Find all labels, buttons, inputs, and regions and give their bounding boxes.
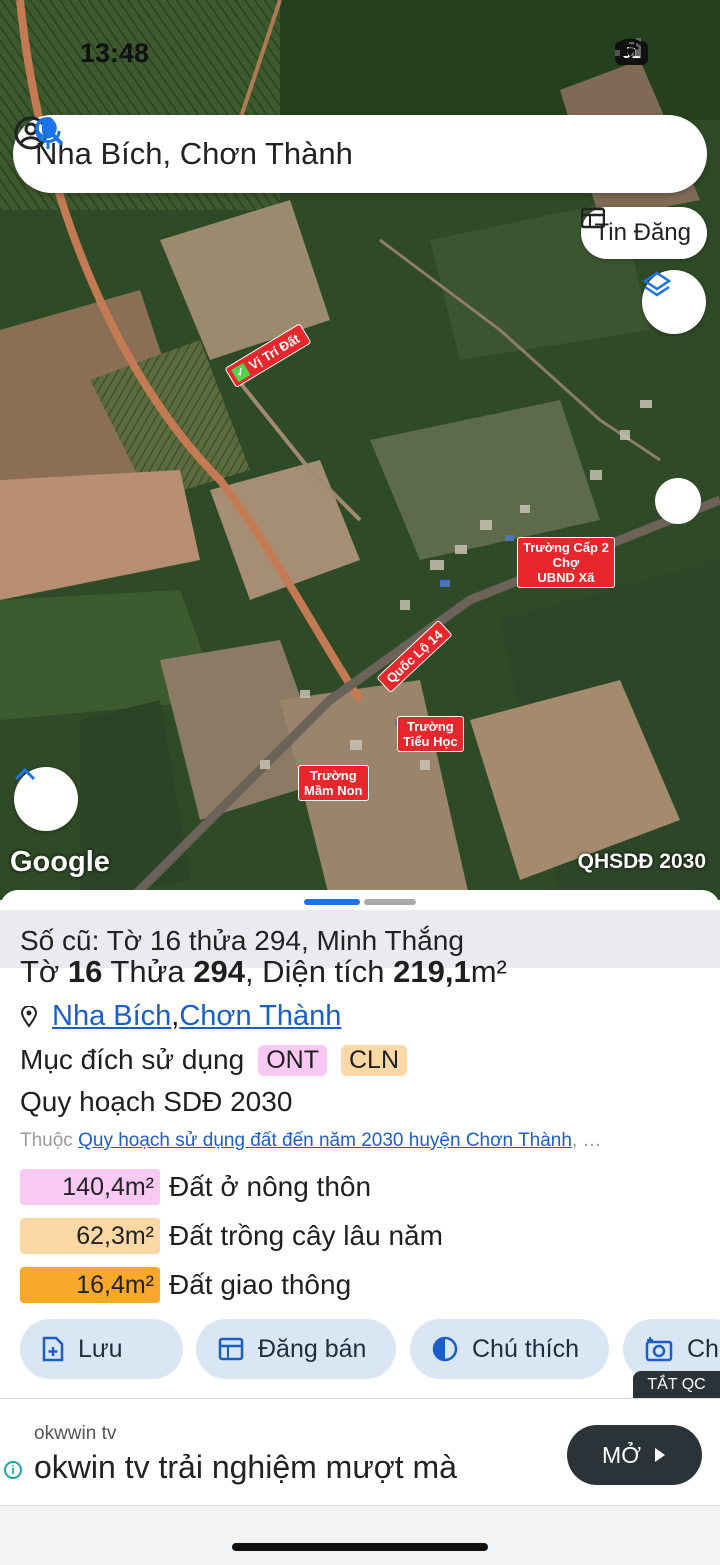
ad-headline: okwin tv trải nghiệm mượt mà xyxy=(34,1449,457,1485)
plan-overlay-label: QHSDĐ 2030 xyxy=(577,850,706,873)
ad-info-icon[interactable]: i xyxy=(4,1461,22,1479)
home-indicator[interactable] xyxy=(232,1543,488,1551)
plan-source-suffix: , … xyxy=(571,1130,602,1151)
play-arrow-icon xyxy=(654,1448,665,1462)
land-use-purpose: Mục đích sử dụng ONT CLN xyxy=(20,1044,407,1076)
status-time: 13:48 xyxy=(80,37,150,68)
label-thua: Thửa xyxy=(102,954,194,989)
poi-text: Mầm Non xyxy=(304,783,363,798)
legend-label: Chú thích xyxy=(472,1334,580,1363)
status-icons: 91 xyxy=(615,36,648,70)
ad-open-button[interactable]: MỞ xyxy=(567,1425,702,1485)
poi-text: Chợ xyxy=(552,555,580,570)
poi-label-tieu-hoc: Trường Tiểu Học xyxy=(397,716,464,752)
purpose-label: Mục đích sử dụng xyxy=(20,1044,245,1075)
save-button[interactable]: Lưu xyxy=(20,1319,183,1379)
area-amount: 140,4m² xyxy=(20,1169,160,1205)
calendar-list-icon xyxy=(218,1337,244,1361)
area-row-transport: 16,4m² Đất giao thông xyxy=(20,1267,351,1303)
calendar-list-icon xyxy=(580,207,605,229)
area-value: 219,1 xyxy=(393,954,471,989)
wifi-icon xyxy=(617,38,644,56)
google-logo: Google xyxy=(10,846,110,878)
action-chips: Lưu Đăng bán Chú thích Ch xyxy=(0,1319,720,1379)
capture-button[interactable]: Ch xyxy=(623,1319,720,1379)
parcel-title: Tờ 16 Thửa 294, Diện tích 219,1m² xyxy=(20,954,507,990)
location-link-district[interactable]: Chơn Thành xyxy=(179,1000,341,1033)
ad-open-label: MỞ xyxy=(602,1441,641,1468)
plan-source: Thuộc Quy hoạch sử dụng đất đến năm 2030… xyxy=(20,1130,720,1152)
area-row-perennial: 62,3m² Đất trồng cây lâu năm xyxy=(20,1218,443,1254)
poi-text: Tiểu Học xyxy=(403,734,458,749)
satellite-map[interactable]: 13:48 91 Nha Bích, Chơn Thành Tin Đăng ✓… xyxy=(0,0,720,900)
check-icon: ✓ xyxy=(230,362,251,382)
parcel-number: 294 xyxy=(193,954,245,989)
location-link-commune[interactable]: Nha Bích xyxy=(52,1000,171,1033)
poi-label-truong-cap-2: Trường Cấp 2 Chợ UBND Xã xyxy=(517,537,615,588)
legend-button[interactable]: Chú thích xyxy=(410,1319,609,1379)
area-unit: m² xyxy=(470,954,507,989)
area-label: Đất trồng cây lâu năm xyxy=(169,1220,443,1251)
plan-title: Quy hoạch SDĐ 2030 xyxy=(20,1086,293,1117)
sheet-handle-active[interactable] xyxy=(304,899,360,905)
add-camera-icon xyxy=(645,1337,673,1362)
post-for-sale-label: Đăng bán xyxy=(258,1334,367,1363)
area-label: Đất giao thông xyxy=(169,1269,352,1300)
chevron-up-icon xyxy=(14,767,36,781)
listings-label: Tin Đăng xyxy=(594,219,692,246)
search-query[interactable]: Nha Bích, Chơn Thành xyxy=(35,136,685,172)
add-file-icon xyxy=(42,1336,64,1362)
location-pin-icon xyxy=(20,1005,38,1028)
layers-button[interactable] xyxy=(642,270,706,334)
poi-text: Trường Cấp 2 xyxy=(523,540,609,555)
label-to: Tờ xyxy=(20,954,68,989)
expand-up-button[interactable] xyxy=(14,767,78,831)
poi-text: UBND Xã xyxy=(537,570,595,585)
area-row-residential: 140,4m² Đất ở nông thôn xyxy=(20,1169,371,1205)
area-amount: 62,3m² xyxy=(20,1218,160,1254)
post-for-sale-button[interactable]: Đăng bán xyxy=(196,1319,396,1379)
map-scroll-handle[interactable] xyxy=(655,478,701,524)
parcel-location: Nha Bích, Chơn Thành xyxy=(20,1000,341,1033)
ad-advertiser: okwwin tv xyxy=(34,1423,117,1444)
contrast-icon xyxy=(432,1336,458,1362)
poi-text: Trường xyxy=(406,719,454,734)
purpose-tag-cln[interactable]: CLN xyxy=(340,1044,407,1076)
parcel-info-sheet: Số cũ: Tờ 16 thửa 294, Minh Thắng Tờ 16 … xyxy=(0,890,720,1398)
plan-source-link[interactable]: Quy hoạch sử dụng đất đến năm 2030 huyện… xyxy=(78,1130,572,1151)
sheet-number: 16 xyxy=(67,954,103,989)
hide-ad-button[interactable]: TẮT QC xyxy=(633,1371,720,1398)
area-label: Đất ở nông thôn xyxy=(169,1171,372,1202)
poi-text: Trường xyxy=(309,768,357,783)
purpose-tag-ont[interactable]: ONT xyxy=(258,1044,327,1076)
location-separator: , xyxy=(171,1000,180,1032)
label-area: , Diện tích xyxy=(244,954,394,989)
sheet-handle-inactive[interactable] xyxy=(364,899,416,905)
plan-source-prefix: Thuộc xyxy=(20,1130,79,1151)
capture-label: Ch xyxy=(687,1334,719,1363)
ad-banner[interactable]: i okwwin tv okwin tv trải nghiệm mượt mà… xyxy=(0,1398,720,1506)
area-amount: 16,4m² xyxy=(20,1267,160,1303)
search-bar[interactable]: Nha Bích, Chơn Thành xyxy=(13,115,707,193)
save-label: Lưu xyxy=(78,1334,123,1363)
listings-button[interactable]: Tin Đăng xyxy=(580,207,707,259)
microphone-icon[interactable] xyxy=(33,115,63,151)
poi-label-mam-non: Trường Mầm Non xyxy=(298,765,369,801)
layers-icon xyxy=(642,271,672,297)
